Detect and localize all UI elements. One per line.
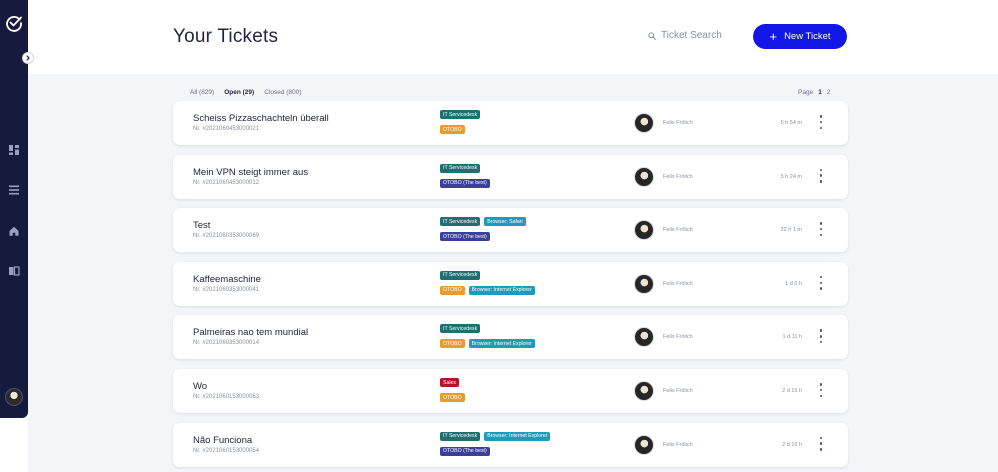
ticket-tag: Browser: Safari [484, 217, 526, 227]
ticket-tag: Browser: Internet Explorer [484, 431, 551, 441]
book-icon[interactable] [8, 265, 20, 277]
ticket-tag: OTOBO (The best) [440, 446, 490, 456]
assignee-avatar [634, 113, 654, 133]
assignee-name: Felix Frölich [663, 388, 693, 394]
avatar[interactable] [5, 388, 23, 406]
ticket-age: 2 d 15 h [782, 388, 802, 394]
ticket-title[interactable]: Não Funciona [193, 435, 252, 446]
ticket-tag: OTOBO [440, 125, 465, 134]
more-vertical-icon[interactable] [818, 329, 824, 344]
filter-open[interactable]: Open (29) [224, 89, 254, 96]
ticket-age: 5 h 24 m [780, 173, 802, 180]
ticket-card[interactable]: Kaffeemaschine Nr. #2021060353000041 IT … [173, 261, 848, 306]
ticket-title[interactable]: Palmeiras nao tem mundial [193, 327, 308, 338]
filter-closed[interactable]: Closed (800) [264, 89, 301, 96]
ticket-tag: IT Servicedesk [440, 324, 481, 334]
chevron-right-icon [26, 55, 30, 61]
pagination: Page 1 2 [798, 89, 830, 96]
search-input[interactable] [661, 30, 741, 41]
ticket-age: 5 h 54 m [780, 120, 802, 126]
dashboard-icon[interactable] [8, 144, 20, 156]
more-vertical-icon[interactable] [818, 168, 824, 183]
ticket-tags: Sales OTOBO [440, 378, 600, 402]
ticket-number: Nr. #2021060353000069 [193, 233, 260, 240]
ticket-age: 1 d 11 h [782, 334, 802, 341]
ticket-tag: IT Servicedesk [440, 217, 481, 227]
more-vertical-icon[interactable] [818, 383, 824, 397]
ticket-title[interactable]: Kaffeemaschine [193, 274, 261, 285]
ticket-tags: IT Servicedesk OTOBO Browser: Internet Exp… [440, 324, 600, 349]
ticket-tag: Sales [440, 378, 459, 387]
ticket-card[interactable]: Scheiss Pizzaschachteln überall Nr. #202… [173, 101, 848, 145]
ticket-tag: IT Servicedesk [440, 431, 481, 441]
ticket-number: Nr. #2021060353000041 [193, 286, 260, 293]
assignee-name: Felix Frölich [663, 441, 693, 448]
ticket-number: Nr. #2021060453000012 [193, 179, 260, 186]
ticket-tag: IT Servicedesk [440, 163, 481, 173]
list-icon[interactable] [8, 184, 20, 196]
ticket-tag: OTOBO [440, 285, 465, 295]
assignee-avatar [634, 327, 654, 348]
ticket-tag: IT Servicedesk [440, 110, 481, 119]
more-vertical-icon[interactable] [818, 222, 824, 237]
assignee-name: Felix Frölich [663, 173, 693, 180]
ticket-number: Nr. #2021060153000063 [193, 394, 260, 400]
assignee-name: Felix Frölich [663, 120, 693, 126]
home-icon[interactable] [8, 225, 20, 237]
ticket-age: 2 d 16 h [782, 441, 802, 448]
ticket-card[interactable]: Test Nr. #2021060353000069 IT Servicedes… [173, 208, 848, 253]
more-vertical-icon[interactable] [818, 115, 824, 129]
assignee-name: Felix Frölich [663, 334, 693, 341]
ticket-tags: IT Servicedesk OTOBO Browser: Internet Exp… [440, 270, 600, 295]
ticket-title[interactable]: Wo [193, 381, 207, 392]
ticket-card[interactable]: Não Funciona Nr. #2021060153000054 IT Se… [173, 422, 848, 467]
assignee-name: Felix Frölich [663, 227, 693, 234]
check-circle-icon[interactable] [5, 14, 23, 32]
ticket-number: Nr. #2021060353000014 [193, 340, 260, 347]
ticket-card[interactable]: Mein VPN steigt immer aus Nr. #202106045… [173, 154, 848, 199]
search-icon [648, 31, 656, 40]
ticket-title[interactable]: Mein VPN steigt immer aus [193, 167, 308, 178]
ticket-title[interactable]: Scheiss Pizzaschachteln überall [193, 113, 329, 124]
ticket-tag: OTOBO [440, 393, 465, 402]
more-vertical-icon[interactable] [818, 436, 824, 451]
ticket-number: Nr. #2021060453000021 [193, 126, 260, 132]
ticket-search[interactable] [648, 30, 741, 41]
assignee-avatar [634, 381, 654, 401]
sidebar-collapse-button[interactable] [22, 52, 34, 64]
ticket-filters: All (829) Open (29) Closed (800) [190, 89, 301, 96]
ticket-tags: IT Servicedesk OTOBO [440, 110, 600, 134]
page-1[interactable]: 1 [818, 89, 822, 96]
plus-icon: + [769, 28, 778, 44]
ticket-tag: Browser: Internet Explorer [468, 285, 535, 295]
ticket-tags: IT Servicedesk Browser: Safari OTOBO (The … [440, 217, 600, 242]
new-ticket-button[interactable]: + New Ticket [753, 24, 847, 49]
assignee-avatar [634, 434, 654, 455]
pagination-label: Page [798, 89, 814, 96]
new-ticket-label: New Ticket [784, 31, 831, 42]
header: Your Tickets + New Ticket [28, 0, 998, 74]
page-title: Your Tickets [173, 26, 279, 47]
assignee-avatar [634, 166, 654, 187]
page-2[interactable]: 2 [827, 89, 831, 96]
assignee-avatar [634, 273, 654, 294]
ticket-number: Nr. #2021060153000054 [193, 447, 260, 454]
ticket-tags: IT Servicedesk OTOBO (The best) [440, 163, 600, 188]
ticket-age: 1 d 0 h [785, 280, 802, 287]
assignee-name: Felix Frölich [663, 280, 693, 287]
assignee-avatar [634, 220, 654, 241]
ticket-tag: Browser: Internet Explorer [468, 339, 535, 349]
ticket-tag: OTOBO (The best) [440, 232, 490, 242]
ticket-tag: OTOBO [440, 339, 465, 349]
filter-all[interactable]: All (829) [190, 89, 214, 96]
ticket-tags: IT Servicedesk Browser: Internet Explorer… [440, 431, 600, 456]
ticket-age: 22 h 1 m [780, 227, 802, 234]
ticket-tag: IT Servicedesk [440, 270, 481, 280]
ticket-title[interactable]: Test [193, 220, 210, 231]
ticket-list-area: All (829) Open (29) Closed (800) Page 1 … [28, 74, 998, 472]
ticket-card[interactable]: Palmeiras nao tem mundial Nr. #202106035… [173, 315, 848, 360]
more-vertical-icon[interactable] [818, 275, 824, 290]
ticket-tag: OTOBO (The best) [440, 178, 490, 188]
ticket-card[interactable]: Wo Nr. #2021060153000063 Sales OTOBO Feli… [173, 369, 848, 413]
